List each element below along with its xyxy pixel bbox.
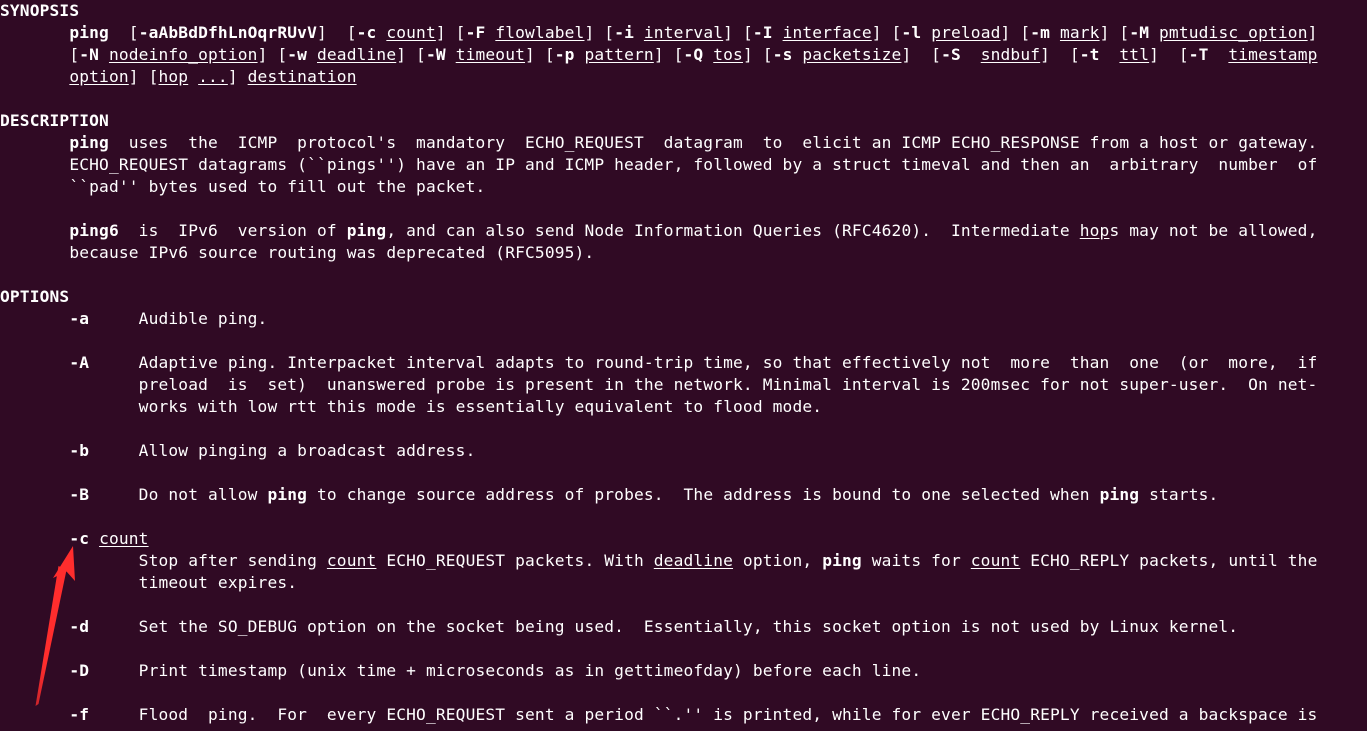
terminal-line: [-N nodeinfo_option] [-w deadline] [-W t…: [0, 45, 1318, 64]
terminal-line: works with low rtt this mode is essentia…: [0, 397, 823, 416]
terminal-line: ECHO_REQUEST datagrams (``pings'') have …: [0, 155, 1318, 174]
terminal-line: Stop after sending count ECHO_REQUEST pa…: [0, 551, 1318, 570]
terminal-line: ping uses the ICMP protocol's mandatory …: [69, 133, 1318, 152]
terminal-line: -a Audible ping.: [69, 309, 268, 328]
terminal-line: because IPv6 source routing was deprecat…: [0, 243, 595, 262]
terminal-line: -B Do not allow ping to change source ad…: [69, 485, 1219, 504]
terminal-line: -D Print timestamp (unix time + microsec…: [69, 661, 922, 680]
terminal-line: DESCRIPTION: [0, 111, 109, 130]
terminal-line: -A Adaptive ping. Interpacket interval a…: [69, 353, 1318, 372]
terminal-line: option] [hop ...] destination: [69, 67, 357, 86]
terminal-line: -d Set the SO_DEBUG option on the socket…: [69, 617, 1239, 636]
terminal-line: preload is set) unanswered probe is pres…: [0, 375, 1318, 394]
terminal-line: OPTIONS: [0, 287, 70, 306]
terminal-line: -b Allow pinging a broadcast address.: [69, 441, 476, 460]
terminal-line: ``pad'' bytes used to fill out the packe…: [0, 177, 486, 196]
terminal-line: -c count: [69, 529, 149, 548]
terminal-man-page-view[interactable]: SYNOPSIS ping [-aAbBdDfhLnOqrRUvV] [-c c…: [0, 0, 1367, 731]
terminal-line: ping6 is IPv6 version of ping, and can a…: [69, 221, 1318, 240]
terminal-line: -f Flood ping. For every ECHO_REQUEST se…: [69, 705, 1318, 724]
terminal-line: SYNOPSIS: [0, 1, 80, 20]
terminal-line: ping [-aAbBdDfhLnOqrRUvV] [-c count] [-F…: [69, 23, 1318, 42]
terminal-line: timeout expires.: [0, 573, 298, 592]
